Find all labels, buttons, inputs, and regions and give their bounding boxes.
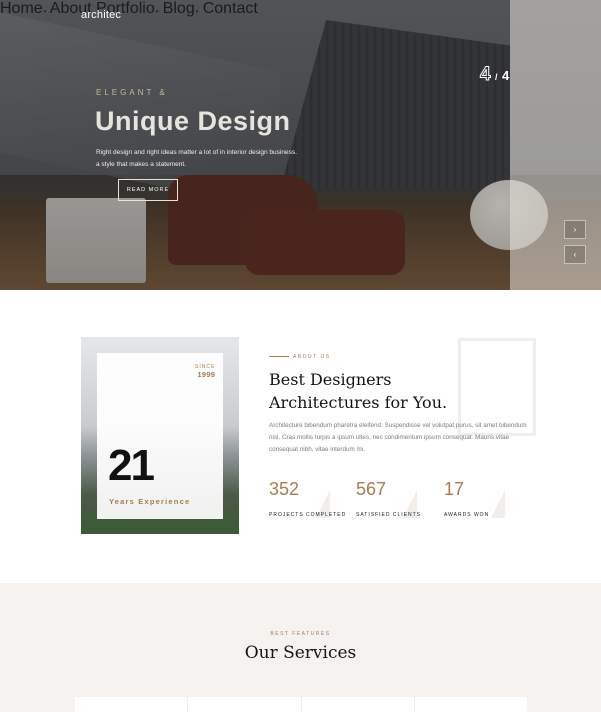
since-badge: SINCE 1999 bbox=[195, 364, 215, 379]
service-card[interactable] bbox=[75, 697, 189, 712]
stat-value-awards: 17 bbox=[444, 479, 465, 499]
next-slide-button[interactable]: › bbox=[564, 220, 586, 239]
about-text: Architecture bibendum pharetra eleifend.… bbox=[269, 422, 527, 453]
nav-item-blog[interactable]: Blog▾ bbox=[163, 0, 199, 17]
about-title: Best Designers Architectures for You. bbox=[269, 368, 447, 414]
hero-text-line: a style that makes a statement. bbox=[96, 161, 186, 168]
experience-label: Years Experience bbox=[109, 497, 191, 506]
slide-counter: 4 / 4 bbox=[480, 64, 510, 86]
service-card[interactable] bbox=[188, 697, 302, 712]
services-eyebrow: BEST FEATURES bbox=[270, 631, 331, 637]
slide-current: 4 bbox=[480, 64, 492, 86]
nav-item-blog-label: Blog bbox=[162, 0, 195, 17]
stat-label-projects: PROJECTS COMPLETED bbox=[269, 512, 347, 518]
read-more-button[interactable]: READ MORE bbox=[118, 179, 178, 201]
about-title-line: Best Designers bbox=[269, 370, 392, 389]
service-card[interactable] bbox=[302, 697, 415, 712]
hero-text: Right design and right ideas matter a lo… bbox=[96, 147, 316, 171]
chevron-down-icon: ▾ bbox=[43, 9, 47, 15]
stat-decoration bbox=[491, 490, 505, 518]
about-title-line: Architectures for You. bbox=[269, 393, 448, 412]
hero-title: Unique Design bbox=[95, 106, 291, 136]
service-card[interactable] bbox=[415, 697, 527, 712]
slide-total: 4 bbox=[502, 68, 510, 83]
chevron-down-icon: ▾ bbox=[155, 9, 159, 15]
chevron-down-icon: ▾ bbox=[195, 9, 199, 15]
nav-item-contact[interactable]: Contact bbox=[203, 0, 258, 17]
hero-text-line: Right design and right ideas matter a lo… bbox=[96, 149, 297, 156]
stat-label-awards: AWARDS WON bbox=[444, 512, 490, 518]
site-logo[interactable]: architec bbox=[81, 9, 121, 21]
hero-slider: architec Home▾ About Portfolio▾ Blog▾ Co… bbox=[0, 0, 601, 290]
hero-eyebrow: ELEGANT & bbox=[96, 88, 168, 97]
chevron-left-icon: ‹ bbox=[573, 250, 577, 259]
nav-item-home-label: Home bbox=[0, 0, 43, 17]
hero-right-panel bbox=[510, 0, 601, 290]
chevron-right-icon: › bbox=[573, 225, 577, 234]
eyebrow-line bbox=[269, 356, 289, 357]
services-title: Our Services bbox=[244, 643, 357, 663]
stat-label-clients: SATISFIED CLIENTS bbox=[356, 512, 421, 518]
slide-separator: / bbox=[495, 72, 498, 82]
experience-number: 21 bbox=[108, 441, 155, 490]
stat-value-projects: 352 bbox=[269, 479, 300, 499]
service-cards bbox=[75, 697, 527, 712]
nav-item-home[interactable]: Home▾ bbox=[0, 0, 46, 17]
about-eyebrow: ABOUT US bbox=[293, 354, 331, 360]
main-nav: architec Home▾ About Portfolio▾ Blog▾ Co… bbox=[0, 0, 601, 30]
stat-value-clients: 567 bbox=[356, 479, 387, 499]
since-year: 1999 bbox=[197, 370, 216, 379]
prev-slide-button[interactable]: ‹ bbox=[564, 245, 586, 264]
